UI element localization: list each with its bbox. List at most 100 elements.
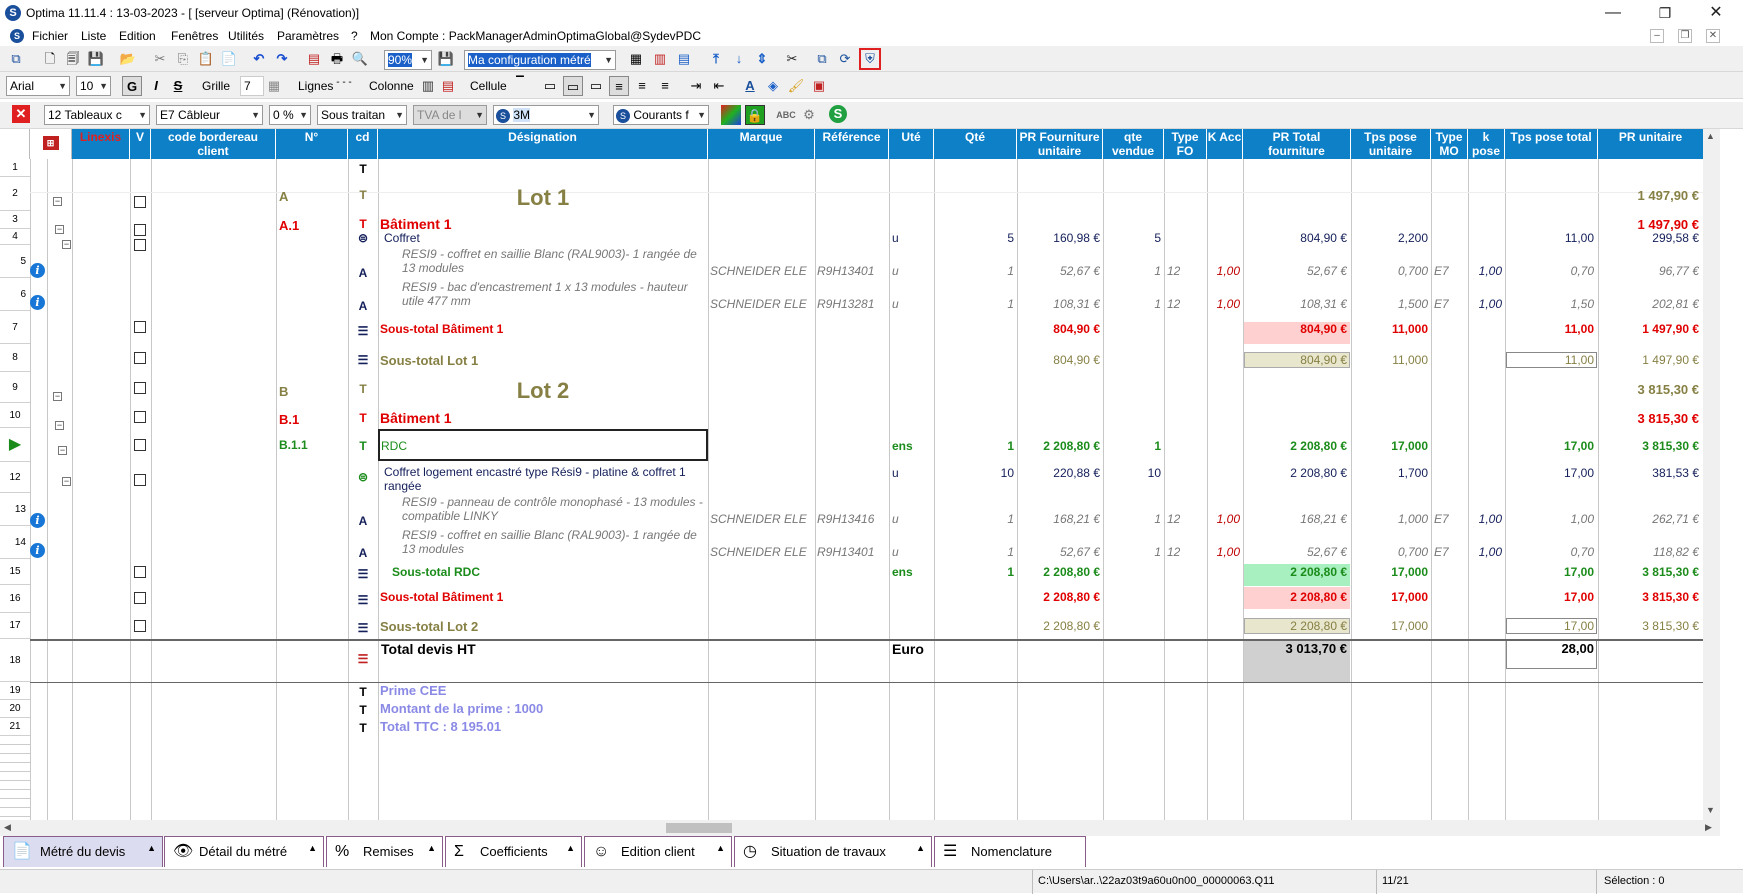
close-button[interactable]: ✕ bbox=[1693, 0, 1739, 26]
grid-lines-icon[interactable]: ▦ bbox=[264, 76, 284, 96]
color-palette-icon[interactable] bbox=[721, 105, 741, 125]
lot-type-icon[interactable]: T bbox=[355, 381, 371, 397]
selected-cell[interactable] bbox=[378, 429, 708, 461]
config-select[interactable]: Ma configuration métré ▼ bbox=[464, 50, 616, 70]
validate-checkbox[interactable] bbox=[134, 239, 146, 251]
mdi-minimize-icon[interactable]: – bbox=[1650, 29, 1664, 43]
border-mid-icon[interactable]: ▭ bbox=[563, 76, 583, 96]
redo-icon[interactable]: ↷ bbox=[272, 49, 292, 69]
article-icon[interactable]: A bbox=[355, 513, 371, 529]
pdf-icon[interactable]: ▤ bbox=[304, 49, 324, 69]
col-pr-fourniture[interactable]: PR Fourniture unitaire bbox=[1017, 129, 1103, 159]
collapse-toggle[interactable]: − bbox=[53, 197, 62, 206]
row-number[interactable]: 8 bbox=[0, 344, 30, 372]
level2-type-icon[interactable]: T bbox=[355, 410, 371, 426]
col-designation[interactable]: Désignation bbox=[378, 129, 708, 159]
settings-gear-icon[interactable]: ⚙ bbox=[799, 105, 819, 125]
border-top-icon[interactable]: ▭ bbox=[540, 76, 560, 96]
article-icon[interactable]: A bbox=[355, 545, 371, 561]
validate-checkbox[interactable] bbox=[134, 439, 146, 451]
designation-rdc[interactable]: RDC bbox=[381, 439, 407, 453]
col-type-fo[interactable]: Type FO bbox=[1164, 129, 1207, 159]
maximize-button[interactable]: ❐ bbox=[1642, 0, 1688, 26]
paste-icon[interactable]: 📋 bbox=[196, 49, 216, 69]
info-icon[interactable]: i bbox=[30, 263, 45, 278]
strike-button[interactable]: S bbox=[168, 76, 188, 96]
col-marque[interactable]: Marque bbox=[708, 129, 815, 159]
ouvrage-icon[interactable]: ⊜ bbox=[355, 230, 371, 246]
supplier-filter[interactable]: S 3M ▼ bbox=[493, 105, 599, 125]
row-number[interactable]: 18 bbox=[0, 639, 30, 682]
scroll-thumb[interactable] bbox=[666, 823, 732, 833]
minimize-button[interactable]: — bbox=[1590, 0, 1636, 26]
col-k-acc[interactable]: K Acc bbox=[1207, 129, 1243, 159]
border-bottom-icon[interactable]: ▭ bbox=[586, 76, 606, 96]
fill-color-icon[interactable]: ◈ bbox=[763, 76, 783, 96]
row-number[interactable]: 21 bbox=[0, 718, 30, 736]
row-number[interactable]: 15 bbox=[0, 559, 30, 585]
col-k-pose[interactable]: k pose bbox=[1468, 129, 1505, 159]
save-config-icon[interactable]: 💾 bbox=[436, 49, 456, 69]
collapse-toggle[interactable]: − bbox=[58, 446, 67, 455]
validate-checkbox[interactable] bbox=[134, 411, 146, 423]
col-reference[interactable]: Référence bbox=[815, 129, 889, 159]
level3-type-icon[interactable]: T bbox=[355, 438, 371, 454]
tab-situation[interactable]: ◷ Situation de travaux ▲ bbox=[734, 836, 932, 867]
print-preview-icon[interactable]: 🔍 bbox=[350, 49, 370, 69]
row-number[interactable]: 9 bbox=[0, 372, 30, 403]
zoom-select[interactable]: 90% ▼ bbox=[384, 50, 432, 70]
collapse-toggle[interactable]: − bbox=[62, 240, 71, 249]
col-linexis[interactable]: Linexis bbox=[72, 129, 130, 159]
col-pr-unitaire[interactable]: PR unitaire bbox=[1598, 129, 1703, 159]
row-number[interactable]: 7 bbox=[0, 311, 30, 344]
row-number[interactable]: 5 bbox=[0, 245, 30, 278]
windows-icon[interactable]: ⧉ bbox=[6, 49, 26, 69]
info-icon[interactable]: i bbox=[30, 513, 45, 528]
article-icon[interactable]: A bbox=[355, 265, 371, 281]
menu-parametres[interactable]: Paramètres bbox=[277, 29, 339, 43]
info-icon[interactable]: i bbox=[30, 295, 45, 310]
move-down-icon[interactable]: ↓ bbox=[729, 49, 749, 69]
tab-edition-client[interactable]: ☺ Edition client ▲ bbox=[584, 836, 732, 867]
outdent-icon[interactable]: ⇤ bbox=[709, 76, 729, 96]
col-code[interactable]: code bordereau client bbox=[151, 129, 276, 159]
col-type-mo[interactable]: Type MO bbox=[1431, 129, 1468, 159]
lot-type-icon[interactable]: T bbox=[355, 187, 371, 203]
menu-utilites[interactable]: Utilités bbox=[228, 29, 264, 43]
validate-checkbox[interactable] bbox=[134, 474, 146, 486]
row-number[interactable]: 13 bbox=[0, 493, 30, 526]
col-ute[interactable]: Uté bbox=[889, 129, 934, 159]
tab-detail[interactable]: 👁 Détail du métré ▲ bbox=[164, 836, 324, 867]
validate-checkbox[interactable] bbox=[134, 592, 146, 604]
font-size-select[interactable]: 10 ▼ bbox=[76, 76, 111, 96]
col-pr-total[interactable]: PR Total fourniture bbox=[1243, 129, 1351, 159]
font-select[interactable]: Arial ▼ bbox=[6, 76, 70, 96]
move-updown-icon[interactable]: ⇕ bbox=[752, 49, 772, 69]
menu-fichier[interactable]: Fichier bbox=[32, 29, 68, 43]
collapse-toggle[interactable]: − bbox=[62, 477, 71, 486]
mdi-restore-icon[interactable]: ❐ bbox=[1678, 29, 1692, 43]
percent-filter[interactable]: 0 % ▼ bbox=[269, 105, 311, 125]
copy-icon[interactable]: ⎘ bbox=[173, 49, 193, 69]
green-s-icon[interactable]: S bbox=[829, 105, 847, 123]
columns-icon[interactable]: ▥ bbox=[650, 49, 670, 69]
duplicate-window-icon[interactable]: ⧉ bbox=[812, 49, 832, 69]
copy-doc-icon[interactable]: 🗐 bbox=[63, 49, 83, 69]
row-number[interactable]: 20 bbox=[0, 700, 30, 718]
col-cd[interactable]: cd bbox=[348, 129, 378, 159]
paste-special-icon[interactable]: 📄 bbox=[219, 49, 239, 69]
grid-view-icon[interactable]: ▦ bbox=[626, 49, 646, 69]
align-left-icon[interactable]: ≡ bbox=[609, 76, 629, 96]
scroll-right-icon[interactable]: ▶ bbox=[1705, 822, 1712, 833]
menu-liste[interactable]: Liste bbox=[81, 29, 106, 43]
row-number[interactable]: 12 bbox=[0, 462, 30, 493]
font-color-icon[interactable]: A bbox=[740, 76, 760, 96]
indent-icon[interactable]: ⇥ bbox=[686, 76, 706, 96]
col-tps-pose-unitaire[interactable]: Tps pose unitaire bbox=[1351, 129, 1431, 159]
cell-style-icon[interactable]: ▔ bbox=[510, 73, 530, 93]
tab-nomenclature[interactable]: ☰ Nomenclature bbox=[934, 836, 1086, 867]
row-number[interactable]: 16 bbox=[0, 585, 30, 613]
new-doc-icon[interactable]: 🗋 bbox=[40, 49, 60, 69]
collapse-toggle[interactable]: − bbox=[53, 392, 62, 401]
close-filter-icon[interactable]: ✕ bbox=[12, 105, 30, 123]
